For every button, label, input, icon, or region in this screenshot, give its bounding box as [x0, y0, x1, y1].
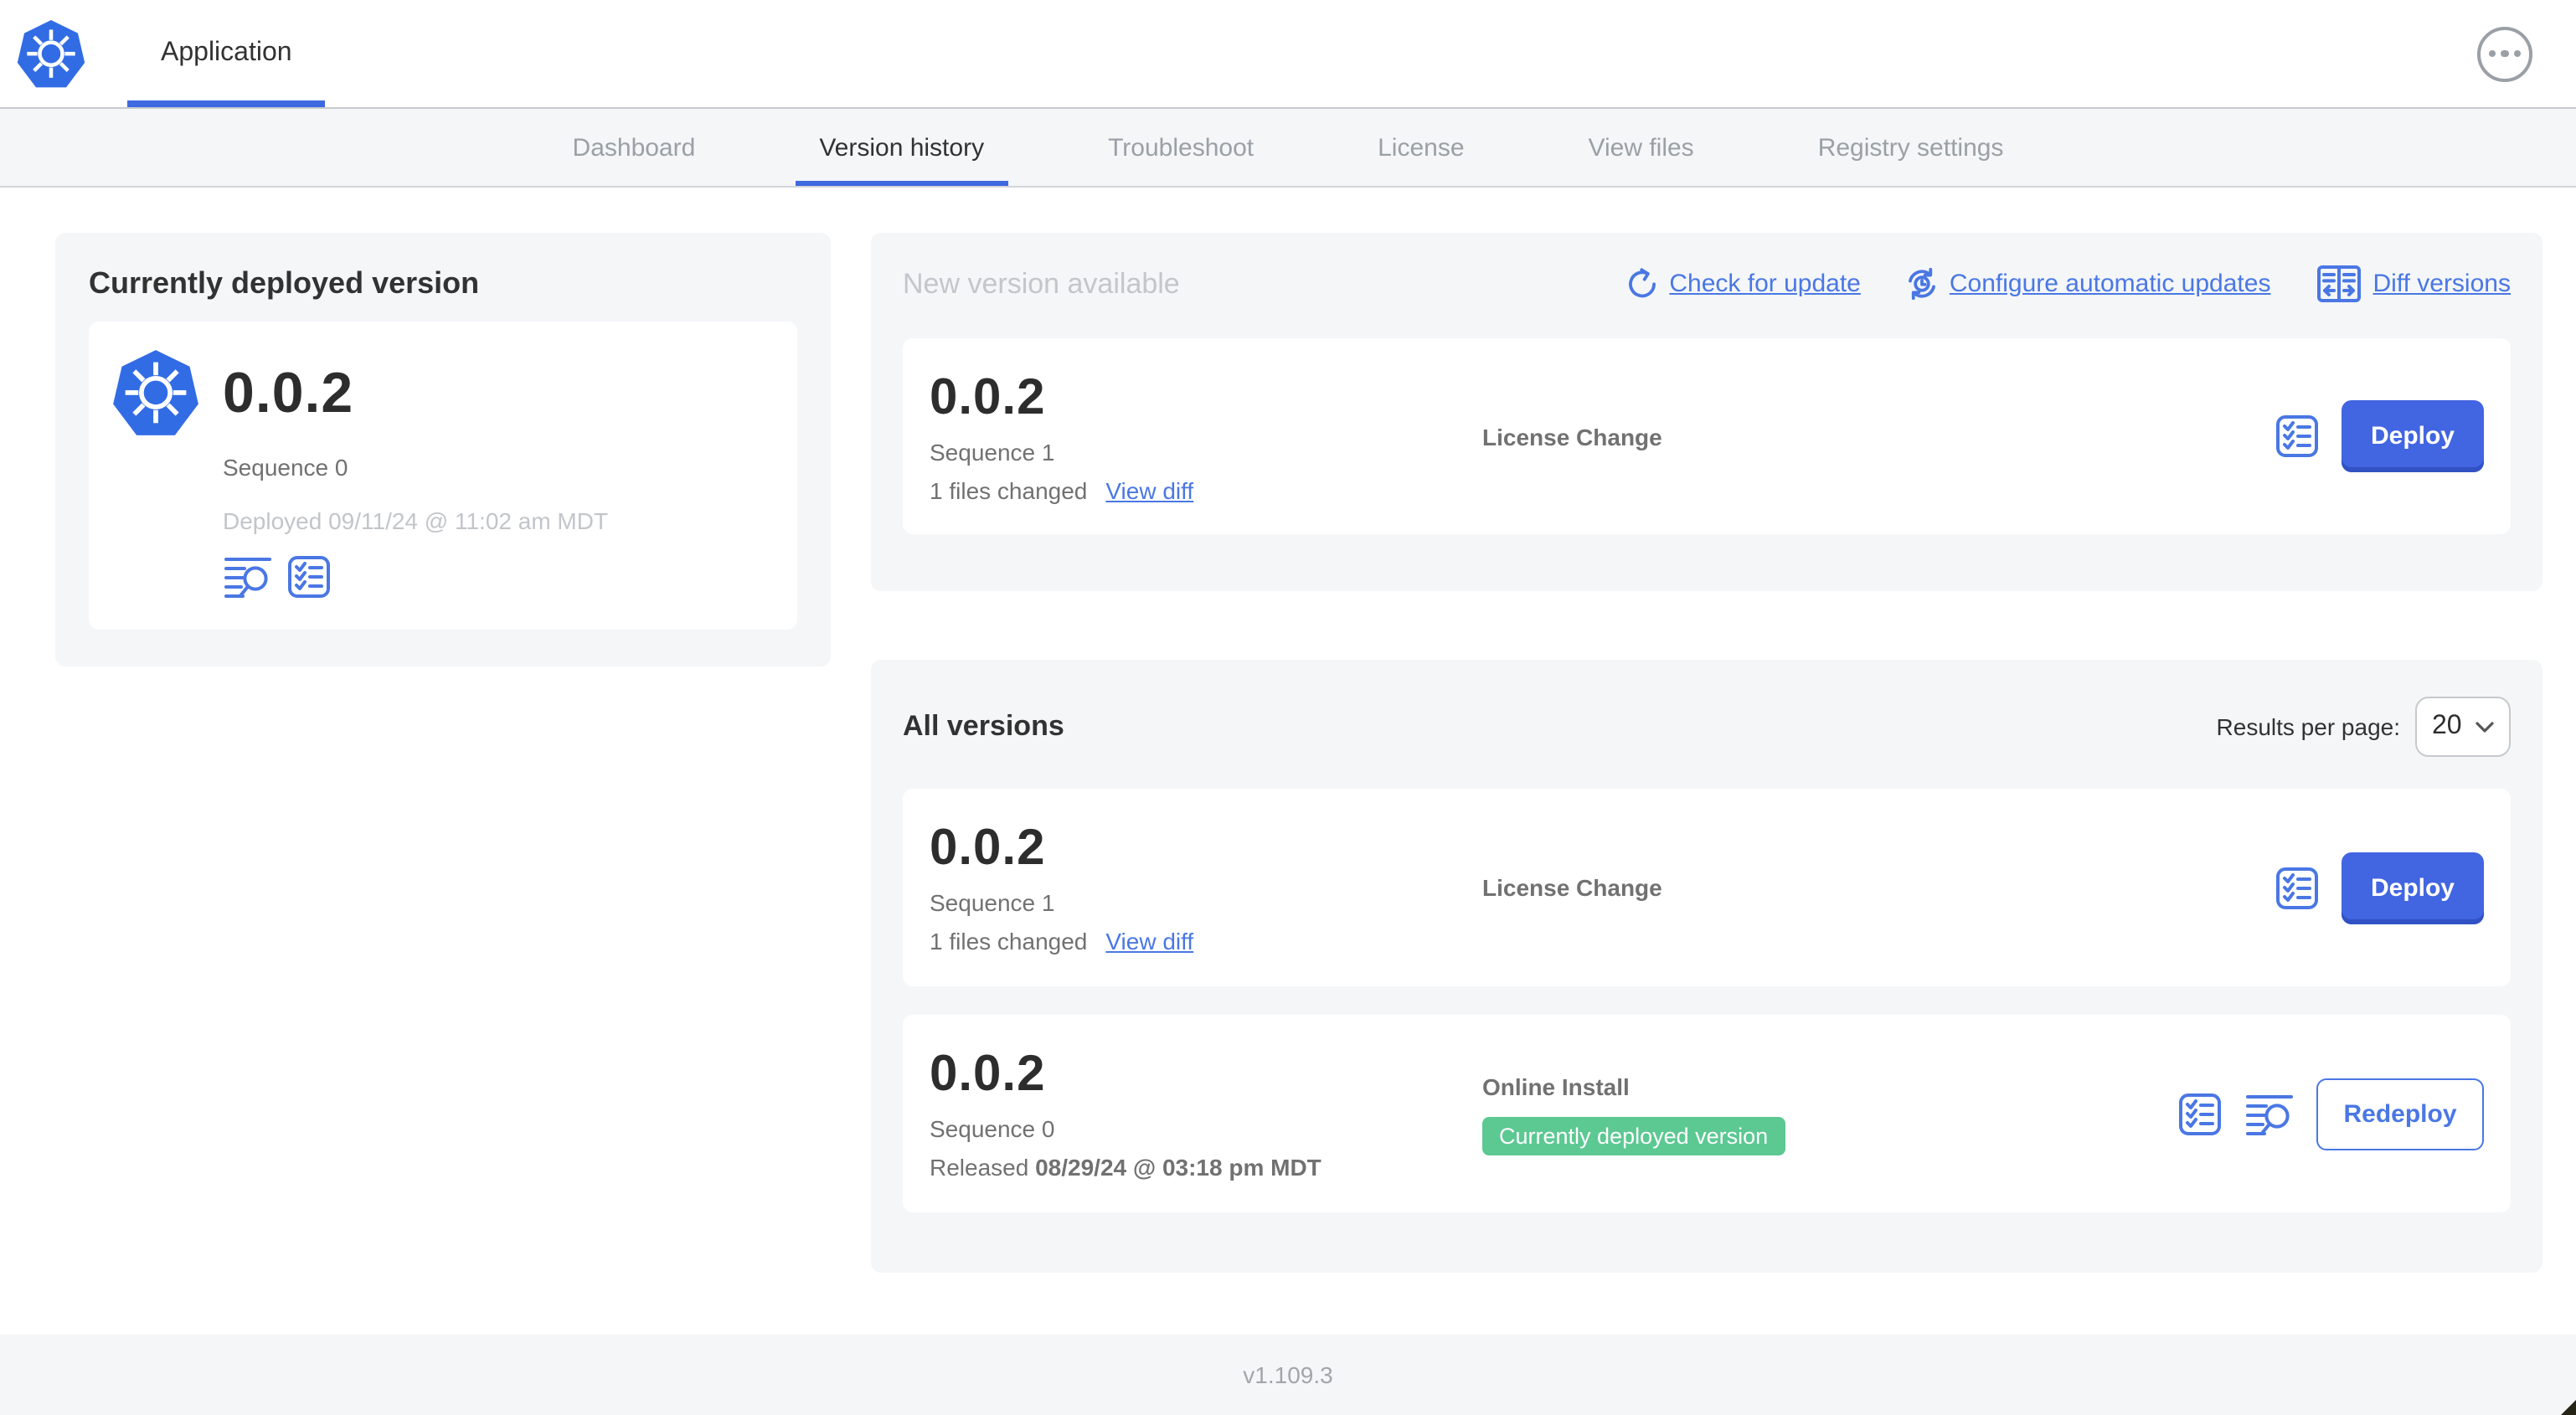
- logs-icon[interactable]: [2244, 1091, 2295, 1136]
- deploy-button[interactable]: Deploy: [2342, 852, 2484, 924]
- results-per-page-label: Results per page:: [2216, 713, 2400, 740]
- main-content: Currently deployed version 0.0.2 Sequenc…: [0, 188, 2576, 1273]
- top-bar: Application: [0, 0, 2576, 109]
- scheduled-update-icon: [1908, 268, 1935, 300]
- version-number: 0.0.2: [930, 1047, 1046, 1102]
- version-source: License Change: [1482, 423, 1662, 450]
- currently-deployed-panel: Currently deployed version 0.0.2 Sequenc…: [55, 233, 831, 666]
- version-sequence: Sequence 1: [930, 438, 1055, 465]
- results-per-page-select[interactable]: 20: [2415, 697, 2511, 757]
- tab-registry-settings[interactable]: Registry settings: [1818, 109, 2004, 186]
- version-row: 0.0.2 Sequence 0 Released 08/29/24 @ 03:…: [903, 1015, 2511, 1212]
- redeploy-button[interactable]: Redeploy: [2316, 1078, 2484, 1150]
- tab-license[interactable]: License: [1378, 109, 1464, 186]
- tab-troubleshoot[interactable]: Troubleshoot: [1108, 109, 1254, 186]
- preflight-checklist-icon[interactable]: [286, 554, 332, 599]
- console-version: v1.109.3: [1243, 1361, 1333, 1388]
- check-for-update-link[interactable]: Check for update: [1625, 268, 1861, 300]
- deployed-version-number: 0.0.2: [223, 361, 354, 424]
- all-versions-panel: All versions Results per page: 20 0.0.2 …: [871, 660, 2543, 1273]
- chevron-down-icon: [2476, 721, 2494, 732]
- deployed-timestamp: Deployed 09/11/24 @ 11:02 am MDT: [223, 507, 609, 534]
- currently-deployed-badge: Currently deployed version: [1482, 1116, 1785, 1155]
- view-diff-link[interactable]: View diff: [1105, 928, 1193, 954]
- new-version-panel: New version available Check for update C…: [871, 233, 2543, 591]
- new-version-card: 0.0.2 Sequence 1 1 files changed View di…: [903, 338, 2511, 534]
- version-row: 0.0.2 Sequence 1 1 files changed View di…: [903, 789, 2511, 986]
- files-changed: 1 files changed: [930, 928, 1088, 954]
- deployed-sequence: Sequence 0: [223, 454, 348, 481]
- version-sequence: Sequence 0: [930, 1115, 1055, 1142]
- preflight-checklist-icon[interactable]: [2275, 414, 2320, 459]
- configure-automatic-updates-link[interactable]: Configure automatic updates: [1906, 268, 2270, 300]
- preflight-checklist-icon[interactable]: [2177, 1091, 2223, 1136]
- right-column: New version available Check for update C…: [871, 233, 2543, 1273]
- all-versions-title: All versions: [903, 710, 1064, 742]
- deploy-button[interactable]: Deploy: [2342, 400, 2484, 472]
- version-number: 0.0.2: [930, 821, 1046, 876]
- app-tab-application[interactable]: Application: [127, 0, 327, 107]
- new-version-title: New version available: [903, 267, 1180, 299]
- tab-dashboard[interactable]: Dashboard: [573, 109, 696, 186]
- footer: v1.109.3: [0, 1335, 2576, 1415]
- page: Application Dashboard Version history Tr…: [0, 0, 2576, 1415]
- released-timestamp: Released 08/29/24 @ 03:18 pm MDT: [930, 1154, 1321, 1181]
- preflight-checklist-icon[interactable]: [2275, 865, 2320, 910]
- refresh-icon: [1628, 268, 1656, 298]
- version-sequence: Sequence 1: [930, 889, 1055, 916]
- currently-deployed-card: 0.0.2 Sequence 0 Deployed 09/11/24 @ 11:…: [89, 322, 797, 630]
- version-number: 0.0.2: [930, 369, 1046, 424]
- currently-deployed-title: Currently deployed version: [89, 266, 480, 300]
- diff-icon: [2316, 265, 2361, 302]
- app-nav: Dashboard Version history Troubleshoot L…: [0, 109, 2576, 188]
- kubernetes-app-icon: [113, 350, 198, 435]
- kubernetes-logo-icon: [17, 0, 85, 107]
- ellipsis-menu-icon[interactable]: [2477, 26, 2532, 81]
- app-tab-label: Application: [161, 39, 292, 67]
- version-source: Online Install: [1482, 1073, 1630, 1099]
- version-source: License Change: [1482, 874, 1662, 901]
- tab-version-history[interactable]: Version history: [796, 109, 1008, 186]
- view-diff-link[interactable]: View diff: [1105, 476, 1193, 503]
- logs-icon[interactable]: [223, 554, 273, 599]
- tab-view-files[interactable]: View files: [1589, 109, 1694, 186]
- files-changed: 1 files changed: [930, 476, 1088, 503]
- diff-versions-link[interactable]: Diff versions: [2316, 265, 2511, 303]
